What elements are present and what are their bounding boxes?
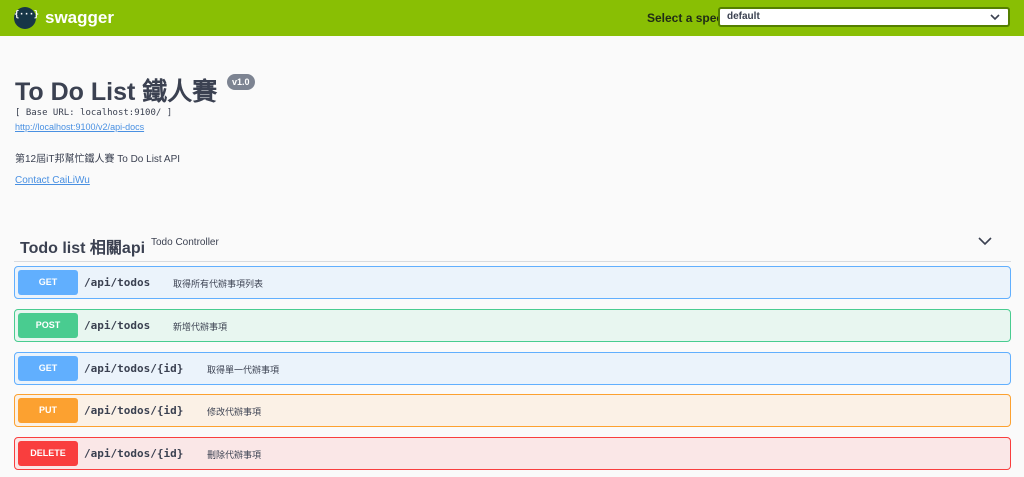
base-url: [ Base URL: localhost:9100/ ] — [15, 108, 173, 118]
operation-delete-todo[interactable]: DELETE /api/todos/{id} 刪除代辦事項 — [14, 437, 1011, 470]
page-title: To Do List 鐵人賽 — [15, 78, 218, 106]
contact-link[interactable]: Contact CaiLiWu — [15, 175, 90, 186]
api-docs-link[interactable]: http://localhost:9100/v2/api-docs — [15, 122, 144, 132]
operation-summary: 新增代辦事項 — [173, 322, 228, 332]
spec-select-value: default — [727, 11, 760, 22]
method-badge-get: GET — [18, 356, 78, 381]
method-badge-delete: DELETE — [18, 441, 78, 466]
operation-get-todos[interactable]: GET /api/todos 取得所有代辦事項列表 — [14, 266, 1011, 299]
swagger-logo-link[interactable]: {···} swagger — [14, 7, 114, 29]
operation-path: /api/todos/{id} — [84, 362, 184, 375]
select-spec-label: Select a spec — [647, 11, 724, 25]
operation-summary: 取得所有代辦事項列表 — [173, 279, 264, 289]
swagger-logo-icon: {···} — [14, 7, 39, 29]
operation-summary: 取得單一代辦事項 — [207, 365, 280, 375]
api-description: 第12屆iT邦幫忙鐵人賽 To Do List API — [15, 154, 181, 165]
swagger-logo-glyph: {···} — [14, 10, 39, 20]
operation-summary: 修改代辦事項 — [207, 407, 262, 417]
spec-select[interactable]: default — [718, 7, 1010, 27]
method-badge-get: GET — [18, 270, 78, 295]
operation-path: /api/todos — [84, 276, 151, 289]
operation-post-todos[interactable]: POST /api/todos 新增代辦事項 — [14, 309, 1011, 342]
tag-description: Todo Controller — [151, 237, 219, 248]
operation-path: /api/todos — [84, 319, 151, 332]
chevron-down-icon — [990, 14, 1000, 21]
method-badge-put: PUT — [18, 398, 78, 423]
operation-put-todo[interactable]: PUT /api/todos/{id} 修改代辦事項 — [14, 394, 1011, 427]
tag-name: Todo list 相關api — [20, 240, 146, 257]
operation-summary: 刪除代辦事項 — [207, 450, 262, 460]
operation-path: /api/todos/{id} — [84, 447, 184, 460]
tag-section-header[interactable]: Todo list 相關api Todo Controller — [14, 228, 1011, 262]
method-badge-post: POST — [18, 313, 78, 338]
top-bar: {···} swagger Select a spec default — [0, 0, 1024, 36]
operation-get-todo-by-id[interactable]: GET /api/todos/{id} 取得單一代辦事項 — [14, 352, 1011, 385]
operation-path: /api/todos/{id} — [84, 404, 184, 417]
chevron-down-icon[interactable] — [978, 236, 992, 246]
brand-name: swagger — [45, 8, 114, 27]
version-badge: v1.0 — [227, 74, 255, 90]
